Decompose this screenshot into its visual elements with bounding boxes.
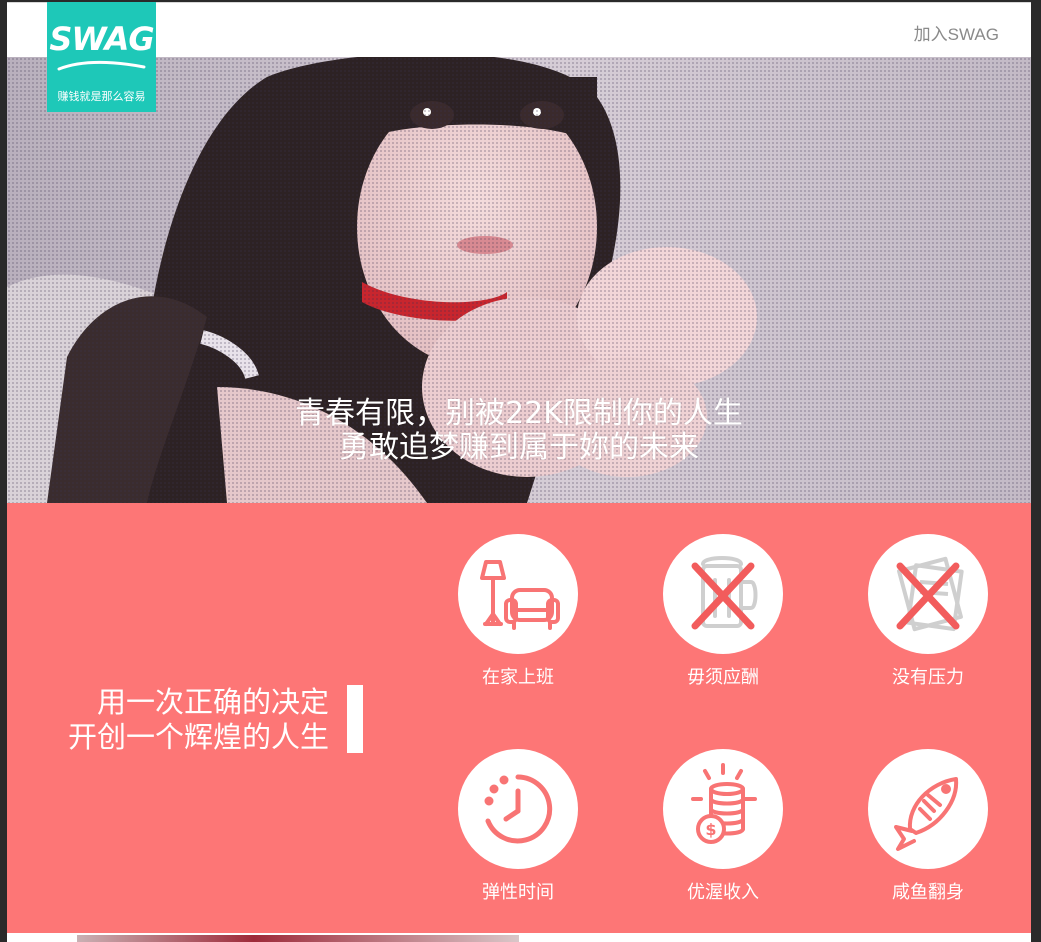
page: 加入SWAG SWAG 赚钱就是那么容易 青春有限，别被22K限制你的人生 勇敢… — [7, 2, 1031, 942]
hero-banner: 青春有限，别被22K限制你的人生 勇敢追梦赚到属于妳的未来 — [7, 57, 1031, 503]
next-section-image — [77, 935, 519, 942]
feature-circle — [458, 534, 578, 654]
hero-line-2: 勇敢追梦赚到属于妳的未来 — [339, 430, 699, 465]
slogan-accent-bar — [347, 685, 363, 753]
features-section: 用一次正确的决定 开创一个辉煌的人生 在家上班 毋须应酬 没有压力 弹性时间 $… — [7, 503, 1031, 933]
feature-circle — [458, 749, 578, 869]
slogan-line-2: 开创一个辉煌的人生 — [67, 720, 329, 754]
feature-label: 没有压力 — [892, 667, 964, 688]
fish-icon — [894, 777, 959, 851]
hero-line-1: 青春有限，别被22K限制你的人生 — [295, 396, 743, 431]
feature-circle: $ — [663, 749, 783, 869]
feature-work-from-home[interactable]: 在家上班 — [438, 534, 598, 689]
feature-label: 优渥收入 — [687, 882, 759, 903]
swag-logo[interactable]: SWAG 赚钱就是那么容易 — [47, 2, 156, 112]
feature-flexible-time[interactable]: 弹性时间 — [438, 749, 598, 904]
feature-circle — [663, 534, 783, 654]
next-section-peek — [7, 933, 1031, 942]
coin-stack-icon: $ — [691, 763, 757, 844]
feature-label: 在家上班 — [482, 667, 554, 688]
no-paperwork-icon — [896, 556, 964, 632]
feature-turn-around[interactable]: 咸鱼翻身 — [848, 749, 1008, 904]
feature-circle — [868, 534, 988, 654]
logo-wordmark: SWAG — [49, 20, 154, 58]
feature-no-socializing[interactable]: 毋须应酬 — [643, 534, 803, 689]
clock-icon — [484, 774, 553, 844]
slogan-line-1: 用一次正确的决定 — [96, 685, 329, 719]
join-swag-link[interactable]: 加入SWAG — [914, 20, 999, 45]
feature-label: 弹性时间 — [482, 882, 554, 903]
no-beer-icon — [691, 556, 758, 630]
logo-tagline: 赚钱就是那么容易 — [57, 90, 146, 103]
feature-label: 咸鱼翻身 — [892, 882, 964, 903]
lamp-sofa-icon — [480, 560, 560, 630]
svg-text:$: $ — [705, 820, 716, 839]
feature-label: 毋须应酬 — [687, 667, 759, 688]
feature-good-income[interactable]: $ 优渥收入 — [643, 749, 803, 904]
slogan: 用一次正确的决定 开创一个辉煌的人生 — [47, 685, 329, 755]
feature-no-pressure[interactable]: 没有压力 — [848, 534, 1008, 689]
logo-swoosh-icon — [57, 60, 146, 71]
hero-headline: 青春有限，别被22K限制你的人生 勇敢追梦赚到属于妳的未来 — [7, 397, 1031, 465]
feature-circle — [868, 749, 988, 869]
site-header: 加入SWAG — [7, 2, 1031, 58]
